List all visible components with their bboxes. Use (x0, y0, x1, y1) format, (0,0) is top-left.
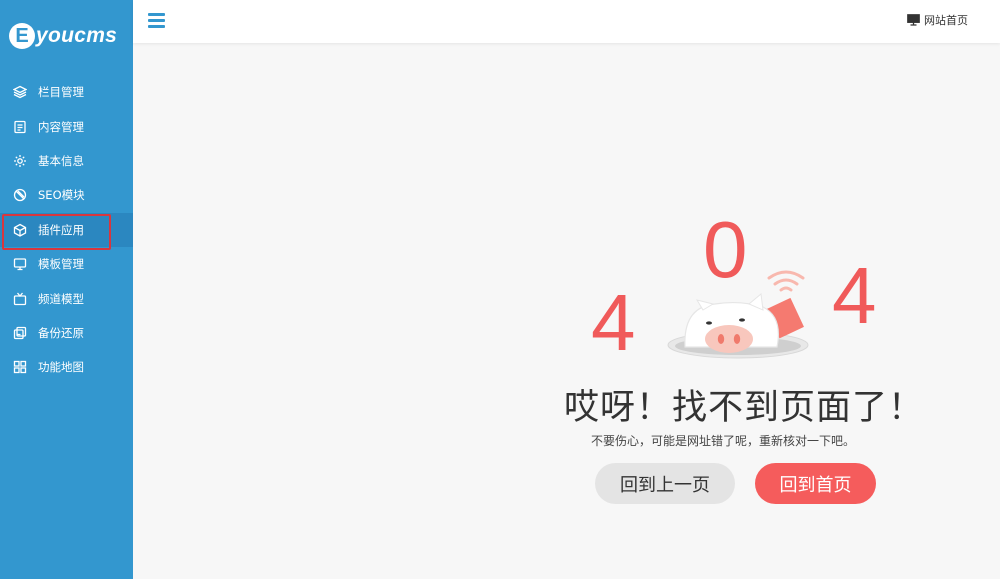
site-home-link[interactable]: 网站首页 (907, 12, 968, 28)
sidebar-item-label: 备份还原 (38, 325, 84, 340)
error-digit-4-right: 4 (832, 251, 877, 340)
go-back-button[interactable]: 回到上一页 (595, 463, 735, 504)
document-icon (13, 120, 27, 134)
sidebar-item-category[interactable]: 栏目管理 (0, 75, 133, 109)
logo[interactable]: E youcms (9, 18, 117, 54)
hamburger-icon[interactable] (148, 13, 165, 29)
sidebar-item-channel-model[interactable]: 频道模型 (0, 281, 133, 315)
site-home-label: 网站首页 (924, 14, 968, 27)
grid-icon (13, 360, 27, 374)
sidebar-item-backup[interactable]: 备份还原 (0, 316, 133, 350)
sidebar-item-label: 频道模型 (38, 291, 84, 306)
sidebar-menu: 栏目管理 内容管理 基本信息 SEO模块 插件应用 模板管理 频道模型 备份还原… (0, 75, 133, 385)
sidebar-item-label: 功能地图 (38, 360, 84, 375)
sidebar: E youcms 栏目管理 内容管理 基本信息 SEO模块 插件应用 模板管理 … (0, 0, 133, 579)
sidebar-item-plugins[interactable]: 插件应用 (0, 212, 133, 250)
monitor-icon (13, 257, 27, 271)
logo-mark: E (9, 23, 35, 49)
backup-icon (13, 326, 27, 340)
sidebar-item-label: 栏目管理 (38, 85, 84, 100)
pig-illustration (667, 270, 809, 359)
tv-icon (13, 292, 27, 306)
sidebar-item-seo[interactable]: SEO模块 (0, 178, 133, 212)
layers-icon (13, 85, 27, 99)
monitor-icon (907, 14, 920, 26)
sidebar-item-label: SEO模块 (38, 188, 85, 203)
error-message: 不要伤心，可能是网址错了呢，重新核对一下吧。 (591, 434, 856, 448)
logo-text: youcms (36, 24, 118, 47)
sidebar-item-templates[interactable]: 模板管理 (0, 247, 133, 281)
compass-icon (13, 188, 27, 202)
sidebar-item-label: 内容管理 (38, 119, 84, 134)
error-digit-4-left: 4 (591, 278, 636, 367)
sidebar-item-content[interactable]: 内容管理 (0, 109, 133, 143)
sidebar-item-label: 插件应用 (38, 222, 84, 237)
cube-icon (13, 223, 27, 237)
top-bar: 网站首页 (133, 0, 1000, 43)
gear-icon (13, 154, 27, 168)
sidebar-item-basic-info[interactable]: 基本信息 (0, 144, 133, 178)
sidebar-item-function-map[interactable]: 功能地图 (0, 350, 133, 384)
sidebar-item-label: 基本信息 (38, 153, 84, 168)
error-headline: 哎呀！找不到页面了！ (564, 388, 925, 428)
go-home-button[interactable]: 回到首页 (755, 463, 876, 504)
sidebar-item-label: 模板管理 (38, 257, 84, 272)
